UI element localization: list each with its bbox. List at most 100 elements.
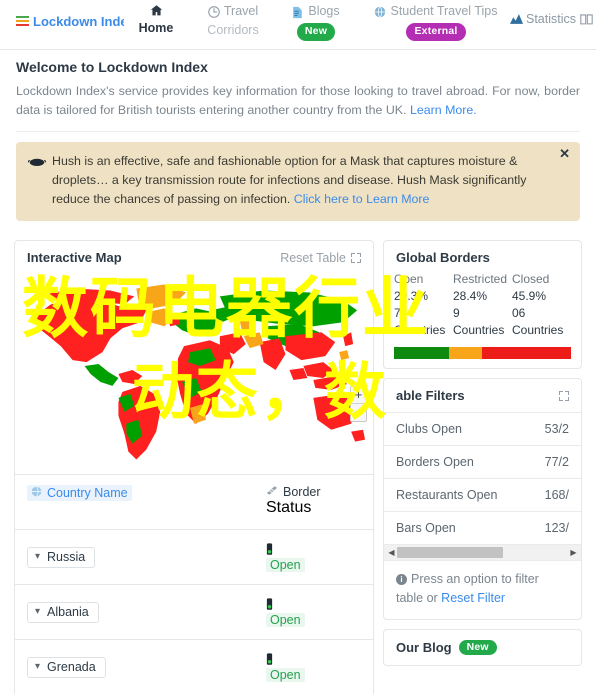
global-borders-closed-unit: Countries (512, 323, 564, 337)
global-borders-stats: Open 29.3% 77 Countries Restricted 28.4%… (384, 271, 581, 345)
world-map-svg[interactable] (15, 274, 373, 474)
map-card-header: Interactive Map Reset Table (15, 241, 373, 274)
horizontal-scrollbar[interactable]: ◀ ▶ (384, 544, 581, 560)
table-row[interactable]: ▾ Albania Open (15, 584, 373, 639)
reset-filter-link[interactable]: Reset Filter (441, 591, 505, 605)
expand-icon[interactable] (559, 390, 569, 401)
filter-value: 77/2 (544, 455, 569, 469)
filter-row-borders-open[interactable]: Borders Open 77/2 (384, 445, 581, 478)
global-borders-open-label: Open (394, 272, 424, 286)
nav-item-statistics[interactable]: Statistics (509, 12, 593, 26)
globe-icon (374, 5, 386, 18)
nav-item-corridors[interactable]: Travel Corridors (188, 4, 278, 38)
welcome-body: Lockdown Index's service provides key in… (16, 82, 580, 120)
alert-body: Hush is an effective, safe and fashionab… (28, 152, 568, 209)
map-marker-icon (361, 370, 365, 378)
learn-more-link[interactable]: Learn More. (410, 103, 477, 117)
table-filters-title: able Filters (396, 388, 465, 403)
global-borders-open: Open 29.3% 77 Countries (394, 271, 453, 339)
filter-value: 53/2 (544, 422, 569, 436)
nav-item-statistics-label: Statistics (525, 12, 576, 26)
left-column: Interactive Map Reset Table + − Country … (14, 240, 374, 694)
filter-value: 168/ (544, 488, 569, 502)
filter-row-clubs-open[interactable]: Clubs Open 53/2 (384, 412, 581, 445)
table-row[interactable]: ▾ Russia Open (15, 529, 373, 584)
our-blog-title: Our Blog (396, 640, 452, 655)
global-borders-restricted: Restricted 28.4% 9 Countries (453, 271, 512, 339)
traffic-light-icon (266, 542, 273, 556)
book-icon[interactable] (580, 13, 593, 25)
table-row[interactable]: ▾ Grenada Open (15, 639, 373, 694)
filter-value: 123/ (544, 521, 569, 535)
map-zoom-in-button[interactable]: + (351, 387, 366, 404)
table-header-row: Country Name Border Status (15, 474, 373, 529)
document-icon (292, 6, 304, 18)
bar-segment-closed (482, 347, 571, 359)
scrollbar-thumb[interactable] (397, 547, 504, 558)
globe-icon (31, 486, 42, 500)
status-badge: Open (266, 612, 305, 627)
welcome-section: Welcome to Lockdown Index Lockdown Index… (0, 50, 596, 122)
scrollbar-track[interactable] (397, 547, 568, 558)
global-borders-bar (394, 347, 571, 359)
country-expand-button[interactable]: ▾ Albania (27, 601, 99, 623)
filter-label: Clubs Open (396, 422, 463, 436)
country-expand-button[interactable]: ▾ Grenada (27, 656, 106, 678)
world-map[interactable]: + − (15, 274, 373, 474)
global-borders-closed-count: 06 (512, 306, 526, 320)
lockdown-stripes-icon (16, 15, 29, 28)
global-borders-closed-percent: 45.9% (512, 289, 547, 303)
nav-item-home[interactable]: Home (120, 4, 192, 36)
scroll-left-arrow[interactable]: ◀ (386, 548, 397, 557)
our-blog-header: Our Blog New (384, 630, 581, 665)
top-navbar: Lockdown Inde Home Travel Corridors Blog… (0, 0, 596, 50)
chevron-down-icon: ▾ (35, 605, 41, 617)
table-filters-card: able Filters Clubs Open 53/2 Borders Ope… (383, 378, 582, 620)
column-header-country-name[interactable]: Country Name (27, 485, 132, 501)
mask-promo-alert: Hush is an effective, safe and fashionab… (16, 142, 580, 221)
column-header-border-status[interactable]: Border Status (266, 485, 361, 517)
traffic-light-icon (266, 652, 273, 666)
main-content: Interactive Map Reset Table + − Country … (0, 240, 596, 694)
global-borders-open-percent: 29.3% (394, 289, 429, 303)
border-status-cell: Open (266, 542, 361, 572)
right-column: Global Borders Open 29.3% 77 Countries R… (383, 240, 582, 694)
filter-row-bars-open[interactable]: Bars Open 123/ (384, 511, 581, 544)
chevron-down-icon: ▾ (35, 660, 41, 672)
map-card-title: Interactive Map (27, 250, 122, 265)
expand-icon[interactable] (351, 252, 361, 263)
chart-icon (509, 13, 523, 25)
global-borders-open-count: 77 (394, 306, 408, 320)
global-borders-title: Global Borders (396, 250, 490, 265)
filter-label: Restaurants Open (396, 488, 498, 502)
our-blog-card: Our Blog New (383, 629, 582, 666)
nav-item-blogs-label: Blogs (308, 4, 340, 18)
nav-item-corridors-label: Corridors (207, 23, 259, 37)
country-expand-button[interactable]: ▾ Russia (27, 546, 96, 568)
close-icon[interactable]: ✕ (559, 147, 570, 161)
alert-learn-more-link[interactable]: Click here to Learn More (294, 192, 430, 206)
map-zoom-controls[interactable]: + − (350, 386, 367, 422)
blog-badge-new: New (458, 640, 497, 655)
filter-label: Borders Open (396, 455, 474, 469)
country-name: Albania (47, 604, 89, 619)
nav-item-blogs[interactable]: Blogs New (268, 4, 364, 41)
global-borders-open-unit: Countries (394, 323, 446, 337)
map-zoom-out-button[interactable]: − (351, 404, 366, 421)
welcome-body-text: Lockdown Index's service provides key in… (16, 84, 580, 117)
global-borders-closed-label: Closed (512, 272, 550, 286)
country-name: Grenada (47, 659, 96, 674)
scroll-right-arrow[interactable]: ▶ (568, 548, 579, 557)
interactive-map-card: Interactive Map Reset Table + − Country … (14, 240, 374, 694)
home-icon (120, 4, 192, 17)
filter-row-restaurants-open[interactable]: Restaurants Open 168/ (384, 478, 581, 511)
reset-table-button[interactable]: Reset Table (280, 251, 361, 265)
bar-segment-open (394, 347, 449, 359)
global-borders-closed: Closed 45.9% 06 Countries (512, 271, 571, 339)
nav-badge-new: New (296, 23, 336, 41)
mask-icon (28, 154, 46, 166)
nav-item-student-travel-tips[interactable]: Student Travel Tips External (356, 4, 516, 41)
column-header-border-label: Border (283, 485, 321, 499)
info-icon: i (396, 574, 407, 585)
global-borders-restricted-percent: 28.4% (453, 289, 488, 303)
